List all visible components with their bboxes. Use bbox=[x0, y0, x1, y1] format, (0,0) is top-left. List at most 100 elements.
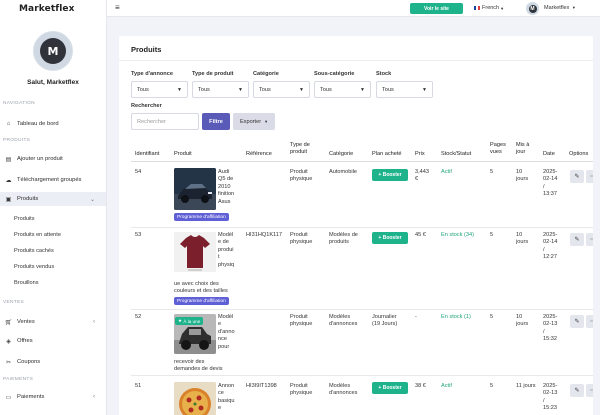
sidebar-item-coupons[interactable]: ✂ Coupons bbox=[0, 355, 106, 369]
updated-line: jours bbox=[516, 176, 529, 183]
name-line: d'anno bbox=[218, 328, 235, 335]
user-menu[interactable]: Marketflex ▼ bbox=[544, 5, 576, 11]
th-stock: Stock/Statut bbox=[441, 151, 472, 157]
subnav-drafts[interactable]: Brouillons bbox=[14, 280, 39, 286]
more-icon: ⋯ bbox=[590, 237, 593, 243]
filter-label-sous-categorie: Sous-catégorie bbox=[314, 71, 355, 77]
product-name[interactable]: Annon ce basiqu e bbox=[218, 383, 234, 413]
caret-down-icon: ▼ bbox=[571, 5, 576, 10]
filter-categorie-select[interactable]: Tous ▼ bbox=[253, 81, 310, 98]
date-line: 02-13 bbox=[543, 390, 558, 397]
filter-label-type-annonce: Type d'annonce bbox=[131, 71, 173, 77]
date-line: 2025- bbox=[543, 232, 558, 238]
cell-type: Produit physique bbox=[290, 232, 312, 247]
product-name-continued: ue avec choix des couleurs et des taille… bbox=[174, 281, 249, 296]
avatar[interactable]: M bbox=[33, 31, 73, 71]
sidebar-item-products[interactable]: ▣ Produits ⌄ bbox=[0, 192, 106, 206]
flag-icon bbox=[474, 6, 480, 10]
edit-button[interactable]: ✎ bbox=[570, 315, 584, 328]
car-image bbox=[174, 168, 216, 210]
sidebar-item-bulk-upload[interactable]: ☁ Téléchargement groupés bbox=[0, 173, 106, 187]
sidebar-item-label: Tableau de bord bbox=[17, 121, 59, 127]
language-label: French bbox=[482, 5, 500, 11]
subnav-all-products[interactable]: Produits bbox=[14, 216, 35, 222]
cell-date: 2025- 02-13 / 15:23 bbox=[543, 383, 557, 413]
type-line: physique bbox=[290, 321, 313, 328]
sidebar-item-add-product[interactable]: ▤ Ajouter un produit bbox=[0, 152, 106, 166]
name-line: nce bbox=[218, 336, 228, 343]
topbar: ≡ Voir le site French ▼ M Marketflex ▼ bbox=[107, 0, 600, 17]
name-line: recevoir des bbox=[174, 359, 205, 365]
brand-logo[interactable]: Marketflex bbox=[0, 0, 106, 17]
date-line: / bbox=[543, 397, 545, 404]
name-line: ce bbox=[218, 390, 224, 397]
edit-icon: ✎ bbox=[574, 319, 580, 325]
sidebar-item-sales[interactable]: 🛒︎ Ventes ‹ bbox=[0, 315, 106, 329]
category-line: Modèles bbox=[329, 383, 351, 389]
sidebar-item-payments[interactable]: ▭ Paiements ‹ bbox=[0, 390, 106, 404]
edit-button[interactable]: ✎ bbox=[570, 170, 584, 183]
product-thumbnail[interactable] bbox=[174, 382, 216, 415]
boost-button[interactable]: + Booster bbox=[372, 169, 408, 181]
boost-button[interactable]: + Booster bbox=[372, 382, 408, 394]
product-name[interactable]: Modèl e de produi t physiq bbox=[218, 232, 234, 269]
updated-line: 10 bbox=[516, 314, 523, 320]
cloud-upload-icon: ☁ bbox=[5, 177, 12, 184]
language-selector[interactable]: French ▼ bbox=[474, 5, 504, 11]
edit-icon: ✎ bbox=[574, 174, 580, 180]
sidebar-item-offers[interactable]: ◈ Offres bbox=[0, 334, 106, 348]
visit-site-button[interactable]: Voir le site bbox=[410, 3, 463, 14]
name-line: e bbox=[218, 321, 222, 328]
affiliate-badge: Programme d'affiliation bbox=[174, 297, 229, 305]
chevron-left-icon: ‹ bbox=[93, 394, 95, 400]
caret-down-icon: ▼ bbox=[238, 86, 243, 93]
product-thumbnail[interactable] bbox=[174, 232, 216, 272]
th-plan: Plan acheté bbox=[372, 151, 402, 157]
home-icon: ⌂ bbox=[6, 121, 11, 127]
product-name-continued: recevoir des demandes de devis bbox=[174, 359, 249, 374]
name-line: Annon bbox=[218, 383, 235, 389]
user-name: Marketflex bbox=[544, 5, 570, 11]
product-name[interactable]: Modèl e d'anno nce pour bbox=[218, 314, 235, 351]
cell-id: 53 bbox=[135, 232, 142, 238]
sidebar: Marketflex M Salut, Marketflex NAVIGATIO… bbox=[0, 0, 107, 415]
boost-button[interactable]: + Booster bbox=[372, 232, 408, 244]
filter-button[interactable]: Filtre bbox=[202, 113, 230, 130]
product-name[interactable]: Audi Q5 de 2010 finition Asus bbox=[218, 169, 234, 206]
cell-price: 45 € bbox=[415, 232, 426, 238]
subnav-hidden-products[interactable]: Produits cachés bbox=[14, 248, 54, 254]
pizza-image bbox=[174, 382, 216, 415]
search-input[interactable]: Rechercher bbox=[131, 113, 199, 130]
filter-type-annonce-select[interactable]: Tous ▼ bbox=[131, 81, 188, 98]
filter-type-produit-select[interactable]: Tous ▼ bbox=[192, 81, 249, 98]
cell-category: Automobile bbox=[329, 169, 357, 175]
status-badge: Actif bbox=[441, 383, 452, 389]
filter-sous-categorie-select[interactable]: Tous ▼ bbox=[314, 81, 371, 98]
subnav-sold-products[interactable]: Produits vendus bbox=[14, 264, 54, 270]
product-thumbnail[interactable] bbox=[174, 168, 216, 210]
type-line: Produit bbox=[290, 169, 308, 175]
more-button[interactable]: ⋯ bbox=[586, 315, 593, 328]
more-button[interactable]: ⋯ bbox=[586, 233, 593, 246]
header-divider bbox=[131, 161, 593, 162]
section-paiements: PAIEMENTS bbox=[3, 377, 34, 382]
sidebar-item-label: Coupons bbox=[17, 359, 41, 365]
more-button[interactable]: ⋯ bbox=[586, 170, 593, 183]
subnav-pending-products[interactable]: Produits en attente bbox=[14, 232, 61, 238]
date-line: 02-13 bbox=[543, 321, 558, 328]
edit-button[interactable]: ✎ bbox=[570, 384, 584, 397]
date-line: 13:37 bbox=[543, 191, 557, 198]
sidebar-item-dashboard[interactable]: ⌂ Tableau de bord bbox=[0, 117, 106, 131]
more-button[interactable]: ⋯ bbox=[586, 384, 593, 397]
user-avatar[interactable]: M bbox=[526, 2, 539, 15]
caret-down-icon: ▼ bbox=[500, 5, 505, 11]
tag-icon: ◈ bbox=[6, 338, 11, 345]
section-produits: PRODUITS bbox=[3, 138, 31, 143]
export-button[interactable]: Exporter ▼ bbox=[233, 113, 275, 130]
sidebar-item-label: Paiements bbox=[17, 394, 45, 400]
edit-button[interactable]: ✎ bbox=[570, 233, 584, 246]
select-value: Tous bbox=[320, 86, 332, 93]
filter-stock-select[interactable]: Tous ▼ bbox=[376, 81, 433, 98]
th-pages-l1: Pages bbox=[490, 142, 506, 148]
menu-icon[interactable]: ≡ bbox=[115, 3, 120, 12]
